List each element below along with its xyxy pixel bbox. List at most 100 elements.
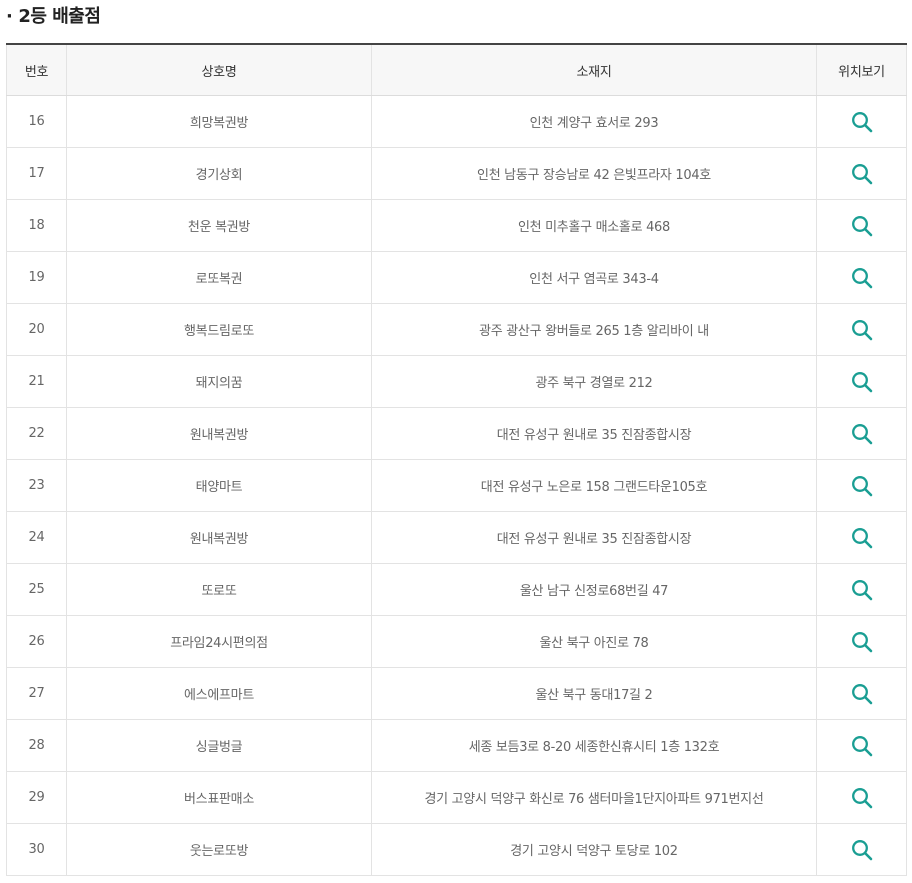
search-icon xyxy=(851,527,872,548)
cell-map xyxy=(816,511,907,564)
cell-map xyxy=(816,459,907,512)
cell-map xyxy=(816,303,907,356)
cell-address: 대전 유성구 노은로 158 그랜드타운105호 xyxy=(371,459,817,512)
search-icon xyxy=(851,579,872,600)
map-view-button[interactable] xyxy=(850,318,874,342)
table-row: 29 버스표판매소 경기 고양시 덕양구 화신로 76 샘터마을1단지아파트 9… xyxy=(6,771,907,824)
map-view-button[interactable] xyxy=(850,682,874,706)
cell-no: 27 xyxy=(6,667,67,720)
cell-name: 원내복권방 xyxy=(66,511,372,564)
table-row: 28 싱글벙글 세종 보듬3로 8-20 세종한신휴시티 1층 132호 xyxy=(6,719,907,772)
cell-map xyxy=(816,771,907,824)
cell-address: 세종 보듬3로 8-20 세종한신휴시티 1층 132호 xyxy=(371,719,817,772)
cell-map xyxy=(816,563,907,616)
map-view-button[interactable] xyxy=(850,786,874,810)
header-map: 위치보기 xyxy=(816,43,907,96)
cell-no: 20 xyxy=(6,303,67,356)
cell-name: 에스에프마트 xyxy=(66,667,372,720)
cell-address: 경기 고양시 덕양구 화신로 76 샘터마을1단지아파트 971번지선 xyxy=(371,771,817,824)
table-row: 24 원내복권방 대전 유성구 원내로 35 진잠종합시장 xyxy=(6,511,907,564)
cell-address: 인천 남동구 장승남로 42 은빛프라자 104호 xyxy=(371,147,817,200)
cell-name: 원내복권방 xyxy=(66,407,372,460)
cell-name: 희망복권방 xyxy=(66,95,372,148)
search-icon xyxy=(851,839,872,860)
cell-map xyxy=(816,407,907,460)
map-view-button[interactable] xyxy=(850,422,874,446)
table-row: 25 또로또 울산 남구 신정로68번길 47 xyxy=(6,563,907,616)
search-icon xyxy=(851,371,872,392)
search-icon xyxy=(851,319,872,340)
table-body: 16 희망복권방 인천 계양구 효서로 293 17 경기상회 인천 남동구 장… xyxy=(6,95,907,876)
header-no: 번호 xyxy=(6,43,67,96)
search-icon xyxy=(851,163,872,184)
map-view-button[interactable] xyxy=(850,630,874,654)
cell-name: 웃는로또방 xyxy=(66,823,372,876)
table-row: 23 태양마트 대전 유성구 노은로 158 그랜드타운105호 xyxy=(6,459,907,512)
map-view-button[interactable] xyxy=(850,214,874,238)
search-icon xyxy=(851,735,872,756)
cell-map xyxy=(816,719,907,772)
cell-no: 26 xyxy=(6,615,67,668)
map-view-button[interactable] xyxy=(850,474,874,498)
map-view-button[interactable] xyxy=(850,162,874,186)
table-row: 17 경기상회 인천 남동구 장승남로 42 은빛프라자 104호 xyxy=(6,147,907,200)
cell-address: 인천 미추홀구 매소홀로 468 xyxy=(371,199,817,252)
table-row: 18 천운 복권방 인천 미추홀구 매소홀로 468 xyxy=(6,199,907,252)
cell-name: 싱글벙글 xyxy=(66,719,372,772)
cell-map xyxy=(816,199,907,252)
search-icon xyxy=(851,267,872,288)
map-view-button[interactable] xyxy=(850,526,874,550)
cell-name: 천운 복권방 xyxy=(66,199,372,252)
table-row: 20 행복드림로또 광주 광산구 왕버들로 265 1층 알리바이 내 xyxy=(6,303,907,356)
table-row: 30 웃는로또방 경기 고양시 덕양구 토당로 102 xyxy=(6,823,907,876)
cell-name: 로또복권 xyxy=(66,251,372,304)
cell-map xyxy=(816,95,907,148)
cell-no: 29 xyxy=(6,771,67,824)
cell-name: 경기상회 xyxy=(66,147,372,200)
cell-map xyxy=(816,147,907,200)
cell-name: 돼지의꿈 xyxy=(66,355,372,408)
cell-name: 행복드림로또 xyxy=(66,303,372,356)
map-view-button[interactable] xyxy=(850,838,874,862)
search-icon xyxy=(851,787,872,808)
cell-map xyxy=(816,615,907,668)
cell-no: 21 xyxy=(6,355,67,408)
cell-map xyxy=(816,667,907,720)
cell-no: 28 xyxy=(6,719,67,772)
cell-no: 16 xyxy=(6,95,67,148)
map-view-button[interactable] xyxy=(850,110,874,134)
store-table: 번호 상호명 소재지 위치보기 16 희망복권방 인천 계양구 효서로 293 … xyxy=(6,43,907,876)
header-name: 상호명 xyxy=(66,43,372,96)
cell-address: 울산 북구 동대17길 2 xyxy=(371,667,817,720)
cell-no: 23 xyxy=(6,459,67,512)
cell-no: 24 xyxy=(6,511,67,564)
section-bullet: · xyxy=(6,6,13,27)
cell-address: 인천 계양구 효서로 293 xyxy=(371,95,817,148)
cell-name: 태양마트 xyxy=(66,459,372,512)
cell-address: 경기 고양시 덕양구 토당로 102 xyxy=(371,823,817,876)
cell-map xyxy=(816,251,907,304)
table-header-row: 번호 상호명 소재지 위치보기 xyxy=(6,43,907,96)
search-icon xyxy=(851,111,872,132)
header-address: 소재지 xyxy=(371,43,817,96)
section-title: · 2등 배출점 xyxy=(6,4,101,30)
cell-address: 광주 광산구 왕버들로 265 1층 알리바이 내 xyxy=(371,303,817,356)
cell-no: 22 xyxy=(6,407,67,460)
cell-address: 광주 북구 경열로 212 xyxy=(371,355,817,408)
cell-address: 대전 유성구 원내로 35 진잠종합시장 xyxy=(371,511,817,564)
search-icon xyxy=(851,683,872,704)
cell-no: 25 xyxy=(6,563,67,616)
map-view-button[interactable] xyxy=(850,370,874,394)
cell-address: 울산 북구 아진로 78 xyxy=(371,615,817,668)
table-row: 26 프라임24시편의점 울산 북구 아진로 78 xyxy=(6,615,907,668)
map-view-button[interactable] xyxy=(850,578,874,602)
table-header: 번호 상호명 소재지 위치보기 xyxy=(6,43,907,96)
map-view-button[interactable] xyxy=(850,734,874,758)
search-icon xyxy=(851,475,872,496)
cell-name: 또로또 xyxy=(66,563,372,616)
search-icon xyxy=(851,631,872,652)
store-table-container: 번호 상호명 소재지 위치보기 16 희망복권방 인천 계양구 효서로 293 … xyxy=(6,43,907,876)
cell-address: 대전 유성구 원내로 35 진잠종합시장 xyxy=(371,407,817,460)
search-icon xyxy=(851,423,872,444)
map-view-button[interactable] xyxy=(850,266,874,290)
